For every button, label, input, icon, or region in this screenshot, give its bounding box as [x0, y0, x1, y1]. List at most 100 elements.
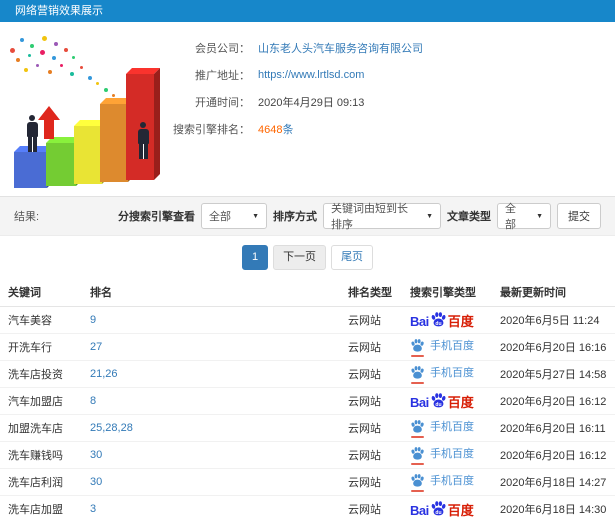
keyword-cell: 汽车美容 [0, 306, 82, 334]
baidu-paw-icon [411, 420, 424, 433]
rank-link[interactable]: 9 [90, 314, 96, 326]
company-link[interactable]: 山东老人头汽车服务咨询有限公司 [258, 40, 423, 56]
keyword-cell: 洗车店投资 [0, 360, 82, 388]
keyword-cell: 汽车加盟店 [0, 387, 82, 415]
info-section: 会员公司： 山东老人头汽车服务咨询有限公司 推广地址： https://www.… [0, 22, 615, 196]
mobile-baidu-logo: 手机百度 [410, 338, 474, 357]
mobile-baidu-logo: 手机百度 [410, 419, 474, 438]
engine-filter-select[interactable]: 全部 ▼ [201, 203, 267, 229]
mobile-baidu-paw-icon [410, 365, 425, 384]
table-row: 洗车店利润 30 云网站 手机百度 2020年6月18日 14:27 [0, 468, 615, 496]
rank-cell: 30 [82, 468, 340, 496]
article-type-select[interactable]: 全部 ▼ [497, 203, 551, 231]
chevron-down-icon: ▼ [426, 212, 433, 220]
chevron-down-icon: ▼ [252, 212, 259, 220]
baidu-logo-cn: 百度 [447, 395, 474, 410]
svg-text:du: du [435, 321, 441, 327]
rank-type-cell: 云网站 [340, 360, 402, 388]
baidu-logo-cn: 百度 [447, 503, 474, 518]
sort-filter-label: 排序方式 [273, 211, 317, 223]
rank-link[interactable]: 25,28,28 [90, 422, 133, 434]
chart-bar [74, 120, 108, 184]
mobile-baidu-logo: 手机百度 [410, 446, 474, 465]
keyword-cell: 洗车赚钱吗 [0, 441, 82, 469]
keyword-cell: 加盟洗车店 [0, 414, 82, 442]
table-row: 洗车店投资 21,26 云网站 手机百度 2020年5月27日 14:58 [0, 360, 615, 388]
pagination: 1 下一页 尾页 [0, 236, 615, 278]
rank-type-cell: 云网站 [340, 495, 402, 520]
rank-cell: 3 [82, 495, 340, 520]
article-type-label: 文章类型 [447, 211, 491, 223]
table-row: 洗车赚钱吗 30 云网站 手机百度 2020年6月20日 16:12 [0, 441, 615, 469]
next-page-button[interactable]: 下一页 [273, 244, 327, 270]
rank-link[interactable]: 30 [90, 476, 102, 488]
baidu-paw-icon [411, 366, 424, 379]
mobile-baidu-logo: 手机百度 [410, 473, 474, 492]
table-header-row: 关键词 排名 排名类型 搜索引擎类型 最新更新时间 [0, 278, 615, 307]
table-row: 汽车加盟店 8 云网站 Bai du 百度 2020年6月20日 16:12 [0, 387, 615, 415]
mobile-baidu-logo: 手机百度 [410, 365, 474, 384]
last-page-button[interactable]: 尾页 [331, 244, 374, 270]
baidu-logo-bai: Bai [410, 503, 429, 518]
rank-cell: 8 [82, 387, 340, 415]
open-time-value: 2020年4月29日 09:13 [258, 96, 365, 109]
page-title: 网络营销效果展示 [15, 5, 103, 17]
updated-cell: 2020年6月20日 16:11 [492, 414, 615, 442]
updated-cell: 2020年6月18日 14:27 [492, 468, 615, 496]
engine-cell: Bai du 百度 [402, 387, 492, 415]
mobile-baidu-paw-icon [410, 446, 425, 465]
col-engine-type: 搜索引擎类型 [402, 278, 492, 307]
promo-url-link[interactable]: https://www.lrtlsd.com [258, 69, 364, 81]
engine-cell: Bai du 百度 [402, 306, 492, 334]
svg-text:du: du [435, 402, 441, 408]
rank-cell: 25,28,28 [82, 414, 340, 442]
col-rank-type: 排名类型 [340, 278, 402, 307]
keyword-cell: 洗车店加盟 [0, 495, 82, 520]
rank-type-cell: 云网站 [340, 387, 402, 415]
baidu-logo-cn: 百度 [447, 314, 474, 329]
rank-link[interactable]: 27 [90, 341, 102, 353]
baidu-paw-icon: du [431, 501, 446, 516]
updated-cell: 2020年6月20日 16:12 [492, 387, 615, 415]
baidu-logo: Bai du 百度 [410, 311, 474, 328]
rank-unit: 条 [282, 123, 294, 136]
title-bar: 网络营销效果展示 [0, 0, 615, 22]
baidu-logo: Bai du 百度 [410, 392, 474, 409]
updated-cell: 2020年6月20日 16:12 [492, 441, 615, 469]
table-row: 开洗车行 27 云网站 手机百度 2020年6月20日 16:16 [0, 333, 615, 361]
chevron-down-icon: ▼ [536, 212, 543, 220]
submit-button[interactable]: 提交 [557, 203, 601, 229]
baidu-logo-bai: Bai [410, 314, 429, 329]
updated-cell: 2020年6月20日 16:16 [492, 333, 615, 361]
chart-bar [46, 137, 82, 186]
engine-cell: 手机百度 [402, 468, 492, 496]
table-row: 汽车美容 9 云网站 Bai du 百度 2020年6月5日 11:24 [0, 306, 615, 334]
mobile-baidu-label: 手机百度 [430, 475, 474, 487]
engine-cell: 手机百度 [402, 333, 492, 361]
table-row: 加盟洗车店 25,28,28 云网站 手机百度 2020年6月20日 16:11 [0, 414, 615, 442]
updated-cell: 2020年5月27日 14:58 [492, 360, 615, 388]
rank-link[interactable]: 21,26 [90, 368, 118, 380]
rank-type-cell: 云网站 [340, 468, 402, 496]
keyword-cell: 开洗车行 [0, 333, 82, 361]
up-arrow-icon [38, 106, 60, 140]
filter-bar: 结果: 分搜索引擎查看 全部 ▼ 排序方式 关键词由短到长排序 ▼ 文章类型 全… [0, 196, 615, 236]
baidu-paw-icon [411, 447, 424, 460]
rank-link[interactable]: 3 [90, 503, 96, 515]
col-keyword: 关键词 [0, 278, 82, 307]
table-body: 汽车美容 9 云网站 Bai du 百度 2020年6月5日 11:24 开洗车行 27 云网… [0, 306, 615, 520]
mobile-baidu-label: 手机百度 [430, 340, 474, 352]
businessman-figure-right [135, 122, 151, 159]
rank-link[interactable]: 8 [90, 395, 96, 407]
rank-cell: 21,26 [82, 360, 340, 388]
sort-filter-select[interactable]: 关键词由短到长排序 ▼ [323, 203, 441, 231]
page-button-current[interactable]: 1 [241, 244, 269, 270]
engine-cell: 手机百度 [402, 360, 492, 388]
baidu-paw-icon: du [431, 393, 446, 408]
rank-link[interactable]: 30 [90, 449, 102, 461]
mobile-baidu-paw-icon [410, 419, 425, 438]
rank-cell: 9 [82, 306, 340, 334]
businessman-figure-left [24, 115, 40, 152]
rank-cell: 30 [82, 441, 340, 469]
engine-cell: Bai du 百度 [402, 495, 492, 520]
